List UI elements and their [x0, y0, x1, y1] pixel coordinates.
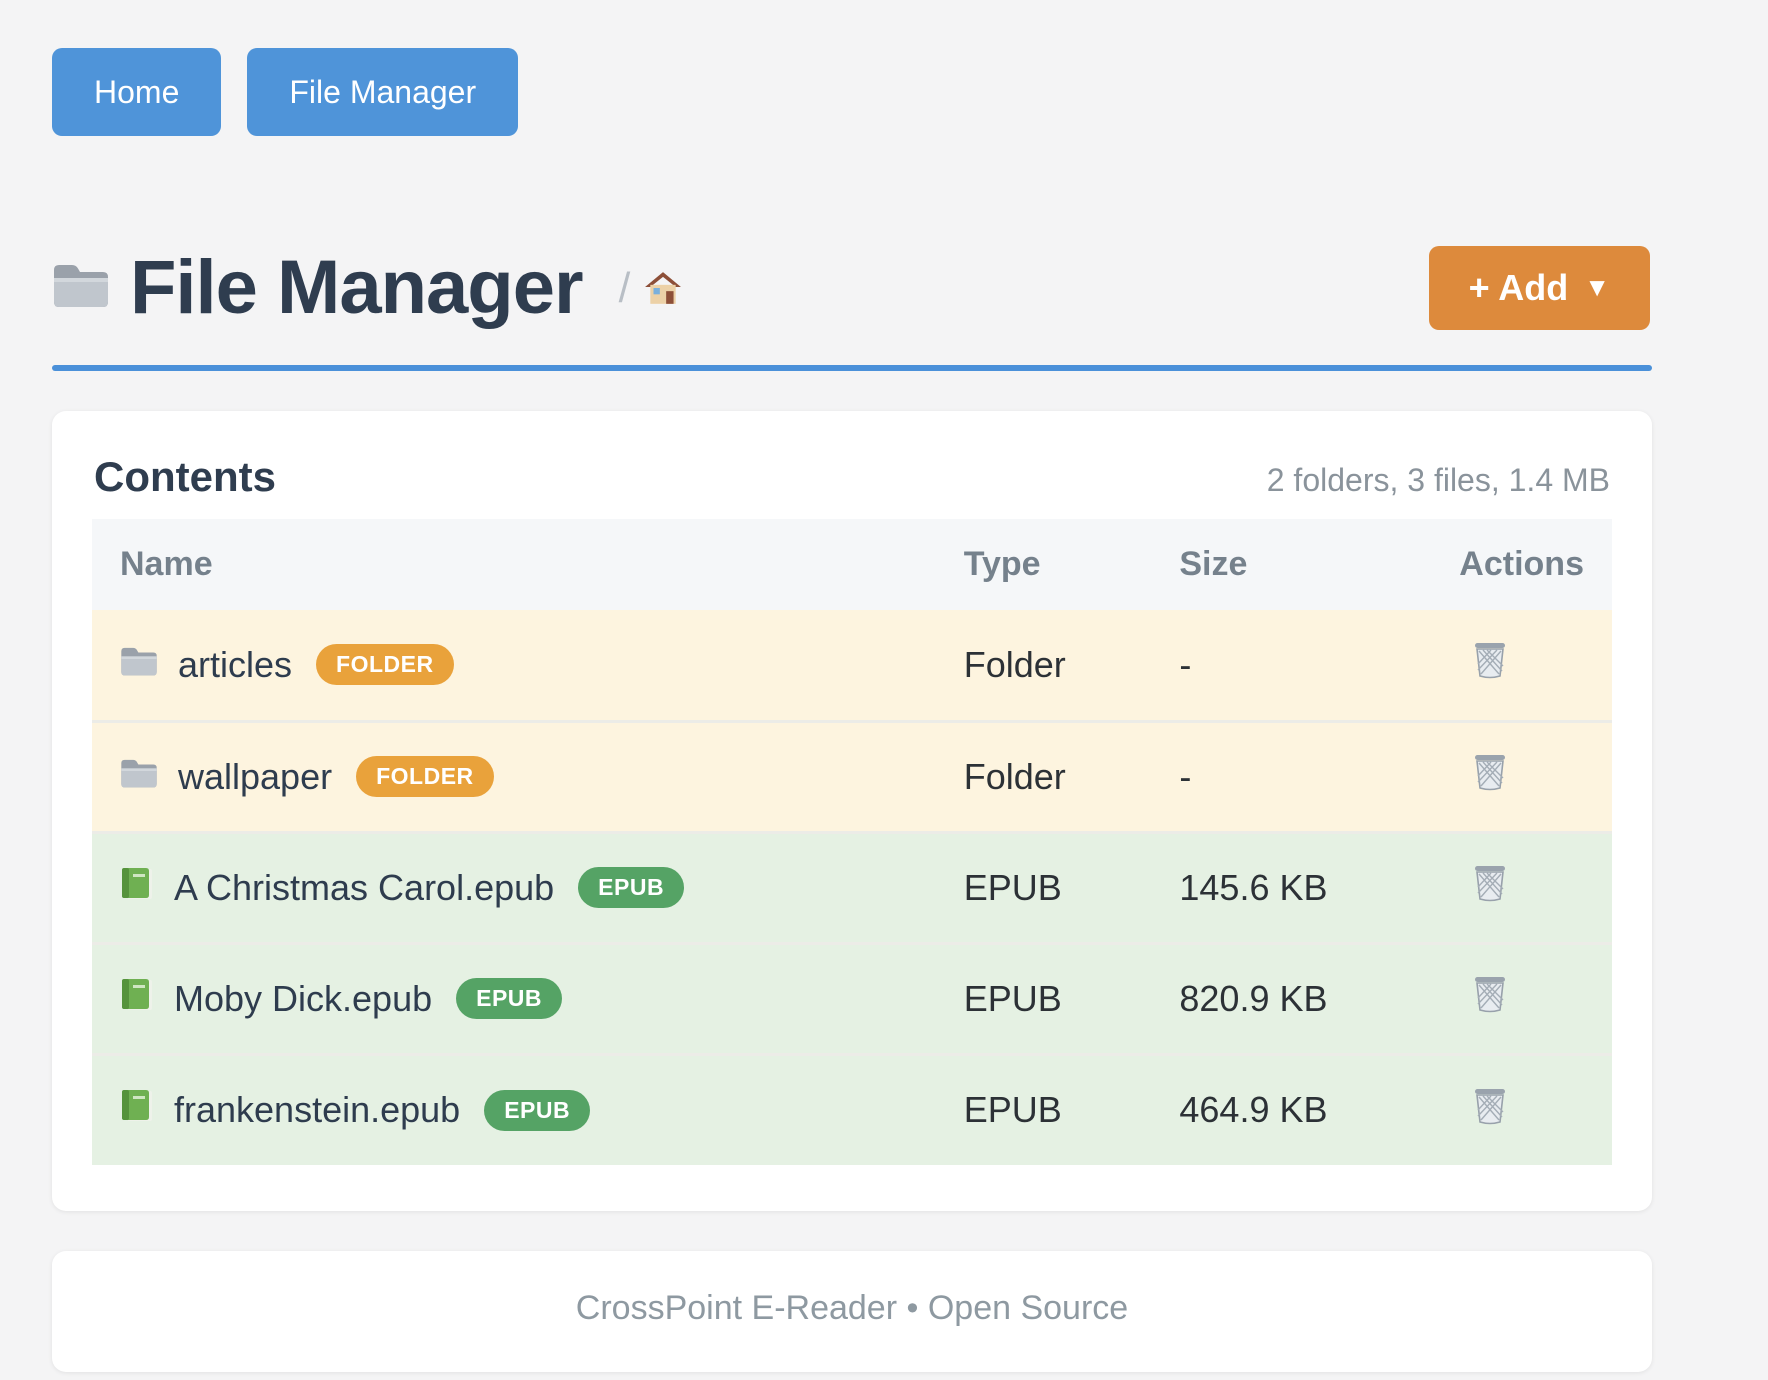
file-name-link[interactable]: frankenstein.epub: [174, 1089, 460, 1131]
table-row: frankenstein.epub EPUB EPUB 464.9 KB: [92, 1054, 1612, 1165]
green-book-icon: [120, 866, 154, 910]
table-row: Moby Dick.epub EPUB EPUB 820.9 KB: [92, 943, 1612, 1054]
page-title: File Manager: [130, 244, 583, 331]
file-name-link[interactable]: articles: [178, 644, 292, 686]
column-header-size: Size: [1151, 519, 1431, 610]
footer: CrossPoint E-Reader • Open Source: [52, 1251, 1652, 1372]
green-book-icon: [120, 1088, 154, 1132]
file-name-link[interactable]: A Christmas Carol.epub: [174, 867, 554, 909]
size-cell: -: [1151, 721, 1431, 832]
type-cell: Folder: [936, 610, 1152, 721]
add-button[interactable]: + Add ▼: [1429, 246, 1650, 330]
trash-icon: [1473, 974, 1507, 1017]
contents-card: Contents 2 folders, 3 files, 1.4 MB Name…: [52, 411, 1652, 1211]
contents-heading: Contents: [94, 453, 276, 501]
type-badge: EPUB: [484, 1090, 590, 1131]
type-cell: Folder: [936, 721, 1152, 832]
contents-summary: 2 folders, 3 files, 1.4 MB: [1267, 462, 1610, 499]
footer-text: CrossPoint E-Reader • Open Source: [576, 1289, 1128, 1327]
delete-button[interactable]: [1473, 1086, 1507, 1129]
type-cell: EPUB: [936, 943, 1152, 1054]
trash-icon: [1473, 752, 1507, 795]
size-cell: 145.6 KB: [1151, 832, 1431, 943]
type-badge: FOLDER: [356, 756, 494, 797]
page-header: File Manager / + Add ▼: [52, 244, 1652, 331]
trash-icon: [1473, 863, 1507, 906]
chevron-down-icon: ▼: [1584, 272, 1610, 303]
column-header-actions: Actions: [1431, 519, 1612, 610]
trash-icon: [1473, 1086, 1507, 1129]
delete-button[interactable]: [1473, 640, 1507, 683]
size-cell: 464.9 KB: [1151, 1054, 1431, 1165]
house-icon[interactable]: [644, 270, 682, 306]
folder-icon: [52, 261, 110, 314]
file-name-link[interactable]: wallpaper: [178, 756, 332, 798]
size-cell: -: [1151, 610, 1431, 721]
top-nav: Home File Manager: [52, 48, 1652, 136]
breadcrumb-separator: /: [619, 264, 631, 312]
size-cell: 820.9 KB: [1151, 943, 1431, 1054]
type-badge: EPUB: [456, 978, 562, 1019]
column-header-type: Type: [936, 519, 1152, 610]
header-divider: [52, 365, 1652, 371]
type-cell: EPUB: [936, 832, 1152, 943]
type-badge: FOLDER: [316, 644, 454, 685]
green-book-icon: [120, 977, 154, 1021]
file-table: Name Type Size Actions articles FOLDER: [92, 519, 1612, 1165]
file-manager-button[interactable]: File Manager: [247, 48, 518, 136]
trash-icon: [1473, 640, 1507, 683]
delete-button[interactable]: [1473, 974, 1507, 1017]
file-manager-page: Home File Manager File Manager / + Add ▼…: [0, 0, 1652, 1372]
type-badge: EPUB: [578, 867, 684, 908]
delete-button[interactable]: [1473, 752, 1507, 795]
folder-icon: [120, 756, 158, 798]
type-cell: EPUB: [936, 1054, 1152, 1165]
column-header-name: Name: [92, 519, 936, 610]
delete-button[interactable]: [1473, 863, 1507, 906]
table-header-row: Name Type Size Actions: [92, 519, 1612, 610]
table-row: articles FOLDER Folder -: [92, 610, 1612, 721]
folder-icon: [120, 644, 158, 686]
add-button-label: + Add: [1469, 267, 1569, 309]
table-row: A Christmas Carol.epub EPUB EPUB 145.6 K…: [92, 832, 1612, 943]
file-name-link[interactable]: Moby Dick.epub: [174, 978, 432, 1020]
home-button[interactable]: Home: [52, 48, 221, 136]
table-row: wallpaper FOLDER Folder -: [92, 721, 1612, 832]
